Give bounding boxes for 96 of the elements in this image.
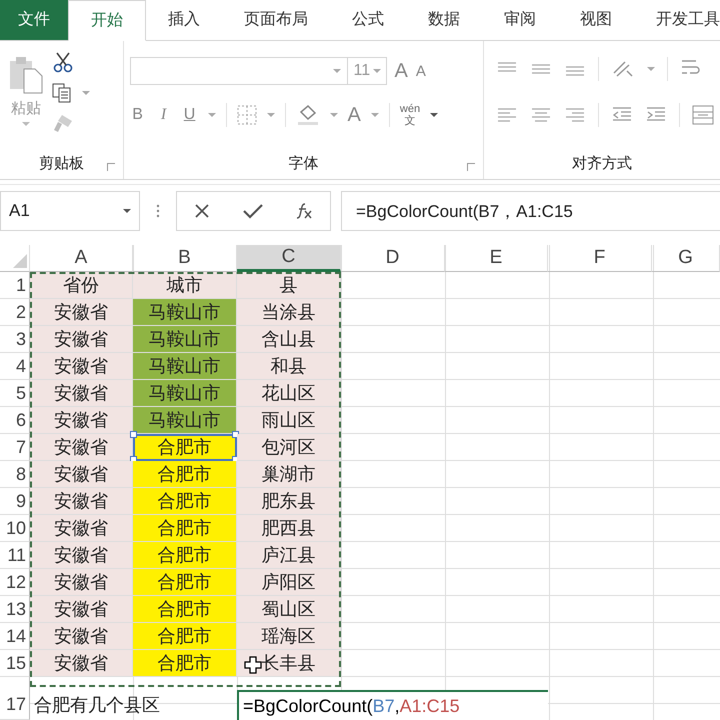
bold-button[interactable]: B bbox=[130, 106, 146, 124]
table-cell: 长丰县 bbox=[237, 650, 341, 677]
group-label: 对齐方式 bbox=[572, 154, 632, 172]
table-cell: 马鞍山市 bbox=[133, 353, 237, 380]
clipboard-icon bbox=[8, 55, 44, 95]
table-cell: 合肥市 bbox=[133, 569, 237, 596]
table-cell: 合肥市 bbox=[133, 461, 237, 488]
ribbon-tab[interactable]: 视图 bbox=[558, 0, 634, 40]
caret-icon[interactable] bbox=[123, 209, 131, 213]
table-cell: 安徽省 bbox=[30, 650, 133, 677]
ribbon-tab[interactable]: 开始 bbox=[68, 0, 146, 41]
caret-icon[interactable] bbox=[430, 113, 438, 117]
table-cell: 蜀山区 bbox=[237, 596, 341, 623]
table-cell: 花山区 bbox=[237, 380, 341, 407]
column-header[interactable]: F bbox=[548, 245, 652, 272]
table-cell: 肥东县 bbox=[237, 488, 341, 515]
table-cell: 包河区 bbox=[237, 434, 341, 461]
table-cell: 安徽省 bbox=[30, 569, 133, 596]
merge-cells-icon[interactable] bbox=[692, 105, 714, 125]
table-cell: 巢湖市 bbox=[237, 461, 341, 488]
align-right-icon[interactable] bbox=[564, 107, 586, 123]
table-cell: 庐阳区 bbox=[237, 569, 341, 596]
table-cell: 马鞍山市 bbox=[133, 380, 237, 407]
ribbon-tab[interactable]: 开发工具 bbox=[634, 0, 720, 40]
table-cell: 当涂县 bbox=[237, 299, 341, 326]
table-cell: 安徽省 bbox=[30, 353, 133, 380]
ribbon-tab[interactable]: 插入 bbox=[146, 0, 222, 40]
table-cell: 肥西县 bbox=[237, 515, 341, 542]
align-middle-icon[interactable] bbox=[530, 62, 552, 76]
table-cell: 安徽省 bbox=[30, 326, 133, 353]
table-cell: 省份 bbox=[30, 272, 133, 299]
group-label: 字体 bbox=[288, 154, 318, 172]
group-label: 剪贴板 bbox=[38, 154, 84, 172]
table-cell: 安徽省 bbox=[30, 542, 133, 569]
more-icon[interactable] bbox=[156, 203, 160, 219]
table-cell: 合肥市 bbox=[133, 488, 237, 515]
italic-button[interactable]: I bbox=[156, 106, 172, 124]
font-color-button[interactable]: A bbox=[348, 104, 361, 126]
table-cell: 庐江县 bbox=[237, 542, 341, 569]
shrink-font-button[interactable]: A bbox=[416, 62, 426, 80]
table-cell: 瑶海区 bbox=[237, 623, 341, 650]
row-header[interactable]: 17 bbox=[0, 690, 30, 720]
table-cell: 安徽省 bbox=[30, 515, 133, 542]
table-cell: 合肥市 bbox=[133, 515, 237, 542]
column-header[interactable]: G bbox=[652, 245, 720, 272]
orientation-icon[interactable] bbox=[611, 59, 635, 79]
ribbon-tab[interactable]: 审阅 bbox=[482, 0, 558, 40]
fill-bucket-icon[interactable] bbox=[296, 104, 320, 126]
check-icon[interactable] bbox=[242, 202, 264, 220]
function-icon[interactable] bbox=[294, 202, 314, 220]
table-cell: 合肥市 bbox=[133, 623, 237, 650]
table-cell: 城市 bbox=[133, 272, 237, 299]
table-cell: 安徽省 bbox=[30, 623, 133, 650]
table-cell: 安徽省 bbox=[30, 434, 133, 461]
ribbon-tab[interactable]: 数据 bbox=[406, 0, 482, 40]
ribbon-tab[interactable]: 公式 bbox=[330, 0, 406, 40]
column-header[interactable]: C bbox=[237, 245, 341, 272]
formula-field[interactable]: =BgColorCount(B7，A1:C15 bbox=[341, 191, 720, 231]
table-cell-text: 合肥有几个县区 bbox=[33, 694, 161, 717]
table-cell: 合肥市 bbox=[133, 596, 237, 623]
table-cell: 马鞍山市 bbox=[133, 326, 237, 353]
phonetic-button[interactable]: wén 文 bbox=[400, 103, 420, 127]
table-cell: 合肥市 bbox=[133, 650, 237, 677]
table-cell: 含山县 bbox=[237, 326, 341, 353]
table-cell: 安徽省 bbox=[30, 461, 133, 488]
font-name-field[interactable] bbox=[130, 57, 348, 85]
cancel-icon[interactable] bbox=[192, 202, 210, 220]
grow-font-button[interactable]: A bbox=[394, 60, 408, 82]
table-cell: 合肥市 bbox=[133, 542, 237, 569]
ribbon-tab[interactable]: 文件 bbox=[0, 0, 68, 40]
table-cell: 安徽省 bbox=[30, 596, 133, 623]
scissors-icon[interactable] bbox=[52, 51, 74, 73]
column-header[interactable]: E bbox=[445, 245, 548, 272]
table-cell: 雨山区 bbox=[237, 407, 341, 434]
select-all-icon[interactable] bbox=[13, 254, 27, 268]
ribbon-tab[interactable]: 页面布局 bbox=[222, 0, 330, 40]
table-cell: 合肥市 bbox=[133, 434, 237, 461]
format-painter-icon[interactable] bbox=[52, 113, 74, 133]
dialog-launcher-icon[interactable] bbox=[106, 163, 115, 171]
table-cell: 马鞍山市 bbox=[133, 407, 237, 434]
table-cell: 安徽省 bbox=[30, 488, 133, 515]
table-cell: 和县 bbox=[237, 353, 341, 380]
align-left-icon[interactable] bbox=[496, 107, 518, 123]
table-cell: 安徽省 bbox=[30, 407, 133, 434]
table-cell: 安徽省 bbox=[30, 380, 133, 407]
table-cell: 安徽省 bbox=[30, 299, 133, 326]
table-cell: 县 bbox=[237, 272, 341, 299]
name-box[interactable]: A1 bbox=[0, 191, 140, 231]
cross-cursor-icon bbox=[244, 656, 262, 674]
column-header[interactable]: D bbox=[341, 245, 445, 272]
borders-icon[interactable] bbox=[236, 105, 257, 125]
align-center-icon[interactable] bbox=[530, 107, 552, 123]
underline-button[interactable]: U bbox=[182, 106, 198, 124]
dialog-launcher-icon[interactable] bbox=[467, 163, 475, 171]
cell-formula-input[interactable]: =BgColorCount(B7,A1:C15 bbox=[237, 690, 548, 720]
table-cell: 马鞍山市 bbox=[133, 299, 237, 326]
